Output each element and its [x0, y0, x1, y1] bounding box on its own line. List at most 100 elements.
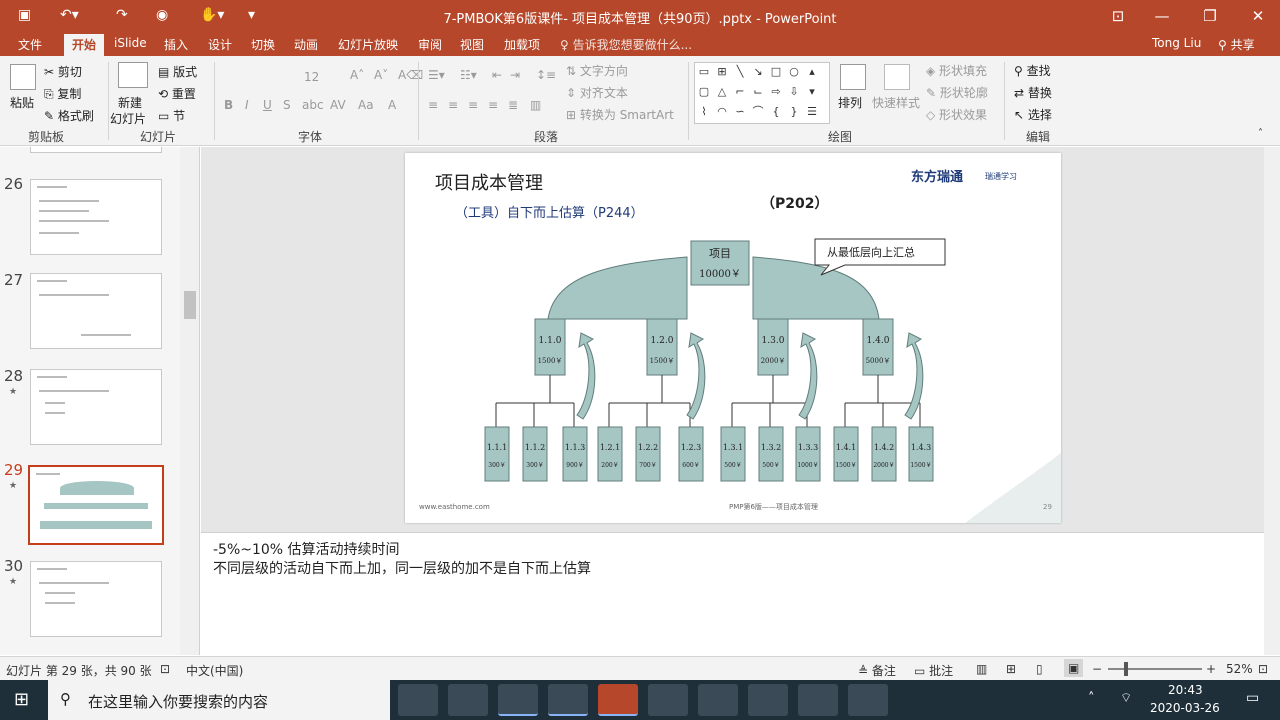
- windows-start-icon[interactable]: ⊞: [14, 689, 29, 710]
- slideshow-view-icon[interactable]: ▣: [1064, 659, 1084, 677]
- slide-thumbnail-selected[interactable]: [28, 465, 164, 545]
- gallery-down-icon[interactable]: ▾: [805, 85, 819, 99]
- align-left-icon[interactable]: ≡: [428, 98, 438, 112]
- thumbnail-scrollbar[interactable]: [180, 147, 199, 655]
- shape-effects-button[interactable]: ◇ 形状效果: [926, 106, 987, 123]
- slide-canvas[interactable]: 项目成本管理 （工具）自下而上估算（P244） （P202） 东方瑞通 瑞通学习…: [405, 153, 1061, 523]
- clock-time[interactable]: 20:43: [1168, 683, 1203, 697]
- reset-button[interactable]: ⟲ 重置: [158, 85, 196, 102]
- wechat-icon[interactable]: [548, 684, 588, 716]
- zoom-level[interactable]: 52%: [1226, 662, 1253, 676]
- align-right-icon[interactable]: ≡: [468, 98, 478, 112]
- chrome-icon[interactable]: [448, 684, 488, 716]
- gallery-more-icon[interactable]: ☰: [805, 105, 819, 119]
- zoom-slider[interactable]: [1108, 662, 1202, 676]
- down-arrow-shape-icon[interactable]: ⇩: [787, 85, 801, 99]
- tab-design[interactable]: 设计: [208, 36, 232, 53]
- file-explorer-icon[interactable]: [398, 684, 438, 716]
- restore-button[interactable]: ❐: [1188, 4, 1232, 28]
- arc-shape-icon[interactable]: ◠: [715, 105, 729, 119]
- app-c2-icon[interactable]: [748, 684, 788, 716]
- quick-styles-icon[interactable]: [884, 64, 910, 90]
- shrink-font-icon[interactable]: A˅: [374, 68, 388, 82]
- normal-view-icon[interactable]: ▥: [976, 662, 987, 676]
- line-shape-icon[interactable]: ╲: [733, 65, 747, 79]
- italic-icon[interactable]: I: [245, 98, 249, 112]
- rounded-rect-shape-icon[interactable]: ▢: [697, 85, 711, 99]
- vertical-text-shape-icon[interactable]: ⊞: [715, 65, 729, 79]
- editor-scrollbar[interactable]: [1264, 147, 1280, 655]
- tab-file[interactable]: 文件: [18, 36, 42, 53]
- shape-fill-button[interactable]: ◈ 形状填充: [926, 62, 987, 79]
- user-name[interactable]: Tong Liu: [1152, 36, 1201, 50]
- gallery-up-icon[interactable]: ▴: [805, 65, 819, 79]
- distributed-icon[interactable]: ≣: [508, 98, 518, 112]
- tab-islide[interactable]: iSlide: [114, 36, 147, 50]
- columns-icon[interactable]: ▥: [530, 98, 541, 112]
- decrease-indent-icon[interactable]: ⇤: [492, 68, 502, 82]
- curve-shape-icon[interactable]: ∽: [733, 105, 747, 119]
- share-button[interactable]: ⚲ 共享: [1218, 36, 1255, 53]
- network-icon[interactable]: ⌔: [1120, 690, 1132, 706]
- grow-font-icon[interactable]: A˄: [350, 68, 364, 82]
- tab-animations[interactable]: 动画: [294, 36, 318, 53]
- shape-outline-button[interactable]: ✎ 形状轮廓: [926, 84, 988, 101]
- section-button[interactable]: ▭ 节: [158, 107, 185, 124]
- taskbar-search[interactable]: ⚲ 在这里输入你要搜索的内容: [48, 680, 390, 720]
- close-button[interactable]: ✕: [1236, 4, 1280, 28]
- shapes-gallery[interactable]: ▭ ⊞ ╲ ↘ □ ○ ▴ ▢ △ ⌐ ⌙ ⇨ ⇩ ▾ ⌇ ◠ ∽ ⌒ { } …: [694, 62, 830, 124]
- bold-icon[interactable]: B: [224, 98, 233, 112]
- paste-icon[interactable]: [10, 64, 36, 90]
- minimize-button[interactable]: —: [1140, 4, 1184, 28]
- new-slide-button[interactable]: 新建: [118, 94, 142, 111]
- char-spacing-icon[interactable]: AV: [330, 98, 346, 112]
- app-c-icon[interactable]: [698, 684, 738, 716]
- rectangle-shape-icon[interactable]: □: [769, 65, 783, 79]
- tab-view[interactable]: 视图: [460, 36, 484, 53]
- tab-home[interactable]: 开始: [64, 34, 105, 56]
- freeform-shape-icon[interactable]: ⌇: [697, 105, 711, 119]
- new-slide-dropdown[interactable]: 幻灯片: [110, 110, 146, 127]
- tab-review[interactable]: 审阅: [418, 36, 442, 53]
- tab-transitions[interactable]: 切换: [251, 36, 275, 53]
- font-color-icon[interactable]: A: [388, 98, 396, 112]
- ribbon-display-options-icon[interactable]: ⊡: [1096, 4, 1140, 28]
- spellcheck-icon[interactable]: ⊡: [160, 662, 170, 676]
- app-tool-icon[interactable]: [798, 684, 838, 716]
- zoom-in-icon[interactable]: +: [1206, 662, 1216, 676]
- tell-me-search[interactable]: ♀ 告诉我您想要做什么...: [560, 36, 692, 53]
- select-button[interactable]: ↖ 选择: [1014, 106, 1052, 123]
- clear-format-icon[interactable]: A⌫: [398, 68, 423, 82]
- notes-toggle[interactable]: ≜ 备注: [858, 662, 896, 679]
- elbow-shape-icon[interactable]: ⌐: [733, 85, 747, 99]
- connector-shape-icon[interactable]: ⌙: [751, 85, 765, 99]
- brace-right-shape-icon[interactable]: }: [787, 105, 801, 119]
- quick-styles-button[interactable]: 快速样式: [872, 94, 920, 111]
- change-case-icon[interactable]: Aa: [358, 98, 374, 112]
- align-center-icon[interactable]: ≡: [448, 98, 458, 112]
- excel-icon[interactable]: [498, 684, 538, 716]
- zoom-out-icon[interactable]: −: [1092, 662, 1102, 676]
- slide-thumbnail[interactable]: [30, 561, 162, 637]
- collapse-ribbon-icon[interactable]: ˄: [1258, 128, 1263, 139]
- brace-left-shape-icon[interactable]: {: [769, 105, 783, 119]
- right-arrow-shape-icon[interactable]: ⇨: [769, 85, 783, 99]
- tab-insert[interactable]: 插入: [164, 36, 188, 53]
- underline-icon[interactable]: U: [263, 98, 272, 112]
- language-indicator[interactable]: 中文(中国): [186, 662, 243, 679]
- arrange-button[interactable]: 排列: [838, 94, 862, 111]
- copy-button[interactable]: ⎘ 复制: [44, 85, 81, 102]
- line-spacing-icon[interactable]: ↕≡: [536, 68, 556, 82]
- arrange-icon[interactable]: [840, 64, 866, 90]
- replace-button[interactable]: ⇄ 替换: [1014, 84, 1052, 101]
- slide-thumbnail[interactable]: [30, 179, 162, 255]
- slide-thumbnail[interactable]: [30, 147, 162, 153]
- cut-button[interactable]: ✂ 剪切: [44, 63, 82, 80]
- reading-view-icon[interactable]: ▯: [1036, 662, 1043, 676]
- wave-shape-icon[interactable]: ⌒: [751, 105, 765, 119]
- justify-icon[interactable]: ≡: [488, 98, 498, 112]
- text-direction-button[interactable]: ⇅ 文字方向: [566, 62, 628, 79]
- layout-button[interactable]: ▤ 版式: [158, 63, 197, 80]
- numbering-icon[interactable]: ☷▾: [460, 68, 477, 82]
- tab-addins[interactable]: 加载项: [504, 36, 540, 53]
